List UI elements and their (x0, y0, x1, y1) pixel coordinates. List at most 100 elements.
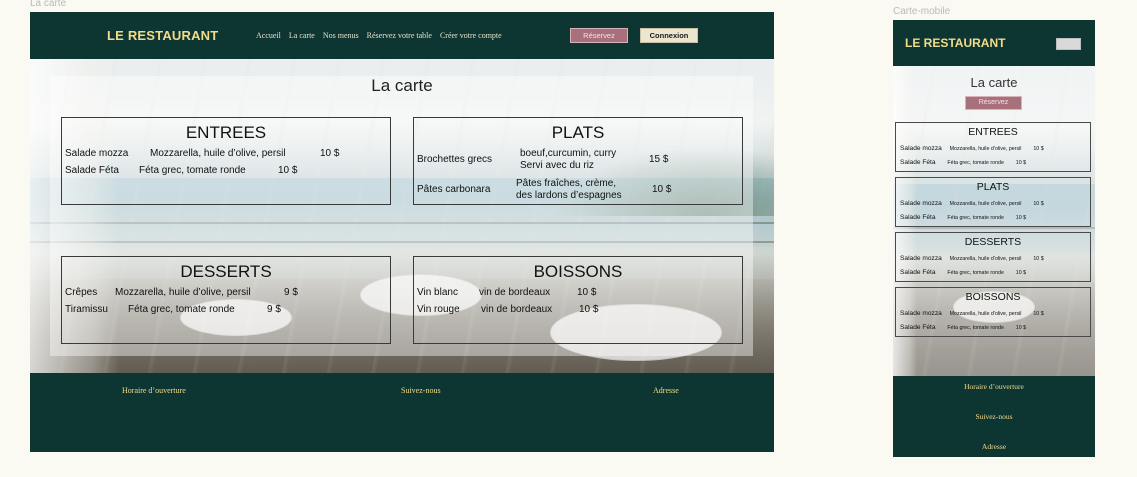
item-name: Salade Féta (900, 269, 936, 276)
item-name: Salade Féta (900, 324, 936, 331)
menu-section-desserts: DESSERTS Crêpes Mozzarella, huile d’oliv… (61, 256, 391, 344)
item-price: 10 $ (579, 304, 599, 315)
footer-link-hours[interactable]: Horaire d’ouverture (893, 382, 1095, 391)
item-name: Salade mozza (900, 310, 942, 317)
item-price: 10 $ (1015, 160, 1027, 166)
frame-label-mobile: Carte-mobile (893, 6, 951, 17)
item-name: Salade mozza (900, 200, 942, 207)
footer-link-follow[interactable]: Suivez-nous (893, 412, 1095, 421)
item-name: Salade mozza (900, 255, 942, 262)
item-name: Salade mozza (900, 145, 942, 152)
list-item: Salade mozza Mozzarella, huile d’olive, … (900, 255, 1044, 262)
reserve-button[interactable]: Réservez (570, 28, 628, 43)
reserve-button[interactable]: Réservez (965, 96, 1022, 110)
section-title: DESSERTS (180, 262, 272, 281)
item-description: Mozzarella, huile d’olive, persil (949, 201, 1022, 207)
item-description: Mozzarella, huile d’olive, persil (115, 287, 251, 298)
nav-link-la-carte[interactable]: La carte (289, 31, 315, 40)
item-description: boeuf,curcumin, curry (520, 148, 617, 159)
item-description: Mozzarella, huile d’olive, persil (150, 148, 286, 159)
section-title: PLATS (551, 123, 605, 142)
item-price: 10 $ (1033, 256, 1044, 262)
menu-section-desserts: DESSERTS Salade mozza Mozzarella, huile … (895, 232, 1091, 282)
section-title: BOISSONS (533, 262, 623, 281)
item-description: Féta grec, tomate ronde (947, 270, 1004, 276)
nav-link-accueil[interactable]: Accueil (256, 31, 281, 40)
item-name: Salade mozza (65, 148, 129, 159)
item-name: Pâtes carbonara (417, 184, 491, 195)
item-price: 10 $ (1015, 270, 1027, 276)
page-title: La carte (371, 76, 433, 95)
item-name: Brochettes grecs (417, 154, 493, 165)
section-title: DESSERTS (964, 236, 1022, 248)
item-description: Servi avec du riz (520, 160, 594, 171)
menu-section-entrees: ENTREES Salade mozza Mozzarella, huile d… (61, 117, 391, 205)
nav-link-nos-menus[interactable]: Nos menus (323, 31, 359, 40)
section-title: BOISSONS (965, 291, 1021, 303)
mobile-footer: Horaire d’ouverture Suivez-nous Adresse (893, 376, 1095, 457)
item-price: 10 $ (577, 287, 597, 298)
item-description: Féta grec, tomate ronde (947, 160, 1004, 166)
mobile-header: LE RESTAURANT (893, 20, 1095, 66)
menu-section-plats: PLATS Salade mozza Mozzarella, huile d’o… (895, 177, 1091, 227)
item-description: Mozzarella, huile d’olive, persil (949, 311, 1022, 317)
item-price: 10 $ (1015, 325, 1027, 331)
list-item: Salade Féta Féta grec, tomate ronde 10 $ (900, 324, 1026, 331)
footer-link-follow[interactable]: Suivez-nous (401, 386, 441, 395)
footer-link-address[interactable]: Adresse (653, 386, 679, 395)
item-price: 10 $ (1015, 215, 1027, 221)
item-description: Féta grec, tomate ronde (947, 325, 1004, 331)
list-item: Salade Féta Féta grec, tomate ronde 10 $ (900, 214, 1026, 221)
section-title: ENTREES (185, 123, 267, 142)
site-footer: Horaire d’ouverture Suivez-nous Adresse (30, 373, 774, 452)
menu-section-boissons: BOISSONS Salade mozza Mozzarella, huile … (895, 287, 1091, 337)
item-price: 9 $ (267, 304, 281, 315)
site-header: LE RESTAURANT Accueil La carte Nos menus… (30, 12, 774, 59)
item-price: 10 $ (1033, 201, 1044, 207)
item-description: Féta grec, tomate ronde (128, 304, 235, 315)
menu-section-boissons: BOISSONS Vin blanc vin de bordeaux 10 $ … (413, 256, 743, 344)
item-description: Mozzarella, huile d’olive, persil (949, 256, 1022, 262)
item-description: des lardons d’espagnes (516, 190, 622, 201)
list-item: Salade Féta Féta grec, tomate ronde 10 $ (900, 159, 1026, 166)
item-description: Féta grec, tomate ronde (947, 215, 1004, 221)
section-title: PLATS (976, 181, 1010, 193)
item-name: Salade Féta (65, 165, 119, 176)
hamburger-menu-icon[interactable] (1056, 38, 1081, 50)
list-item: Salade mozza Mozzarella, huile d’olive, … (900, 310, 1044, 317)
footer-link-hours[interactable]: Horaire d’ouverture (122, 386, 186, 395)
item-name: Vin blanc (417, 287, 458, 298)
item-name: Tiramissu (65, 304, 108, 315)
item-description: Pâtes fraîches, crème, (516, 178, 617, 189)
menu-section-entrees: ENTREES Salade mozza Mozzarella, huile d… (895, 122, 1091, 172)
footer-link-address[interactable]: Adresse (893, 442, 1095, 451)
section-title: ENTREES (968, 126, 1018, 138)
item-price: 10 $ (1033, 146, 1044, 152)
item-description: Féta grec, tomate ronde (139, 165, 246, 176)
item-description: vin de bordeaux (481, 304, 553, 315)
list-item: Salade mozza Mozzarella, huile d’olive, … (900, 145, 1044, 152)
item-description: vin de bordeaux (479, 287, 551, 298)
desktop-frame: LE RESTAURANT Accueil La carte Nos menus… (30, 12, 774, 452)
list-item: Salade Féta Féta grec, tomate ronde 10 $ (900, 269, 1026, 276)
item-price: 10 $ (652, 184, 672, 195)
list-item: Salade mozza Mozzarella, huile d’olive, … (900, 200, 1044, 207)
nav-link-reservez-votre-table[interactable]: Réservez votre table (367, 31, 432, 40)
item-name: Vin rouge (417, 304, 460, 315)
item-name: Crêpes (65, 287, 98, 298)
item-price: 10 $ (1033, 311, 1044, 317)
page-title: La carte (970, 75, 1018, 90)
brand-logo[interactable]: LE RESTAURANT (107, 28, 218, 43)
mobile-frame: LE RESTAURANT La carte Réservez ENTREES … (893, 20, 1095, 457)
item-price: 10 $ (278, 165, 298, 176)
item-description: Mozzarella, huile d’olive, persil (949, 146, 1022, 152)
nav-link-creer-votre-compte[interactable]: Créer votre compte (440, 31, 502, 40)
frame-label-desktop: La carte (30, 0, 67, 9)
item-price: 10 $ (320, 148, 340, 159)
item-name: Salade Féta (900, 159, 936, 166)
login-button[interactable]: Connexion (640, 28, 698, 43)
item-name: Salade Féta (900, 214, 936, 221)
menu-section-plats: PLATS Brochettes grecs boeuf,curcumin, c… (413, 117, 743, 205)
item-price: 9 $ (284, 287, 298, 298)
brand-logo[interactable]: LE RESTAURANT (905, 36, 1005, 50)
